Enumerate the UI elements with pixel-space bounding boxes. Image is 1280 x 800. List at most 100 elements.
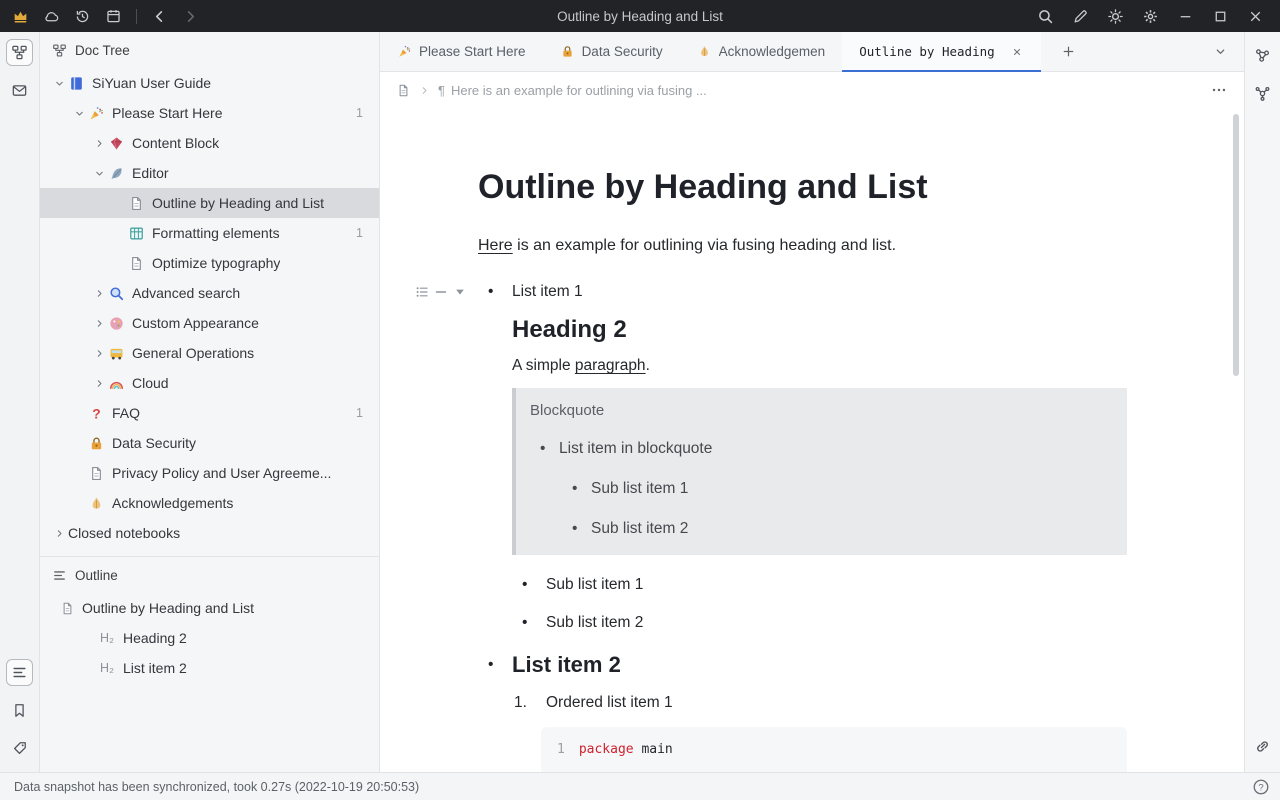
breadcrumb-doc-icon[interactable]	[396, 83, 411, 98]
doc-tree-item-label: Optimize typography	[152, 255, 280, 271]
titlebar: Outline by Heading and List	[0, 0, 1280, 32]
blockquote-sub-item-1[interactable]: •Sub list item 1	[516, 479, 1127, 499]
file-icon	[128, 195, 145, 212]
tab-close-icon[interactable]	[1010, 45, 1024, 59]
blockquote-sub-item-2[interactable]: •Sub list item 2	[516, 519, 1127, 539]
tab-4[interactable]: Outline by Heading an	[842, 32, 1041, 71]
doc-tree-item[interactable]: Advanced search	[40, 278, 379, 308]
maximize-icon[interactable]	[1212, 8, 1229, 25]
chevron-right-icon[interactable]	[90, 375, 108, 391]
help-button[interactable]: ?	[1252, 778, 1270, 796]
chevron-down-icon[interactable]	[50, 75, 68, 91]
theme-icon[interactable]	[1107, 8, 1124, 25]
list-item-2[interactable]: •List item 2	[478, 651, 1126, 679]
dock-tag-button[interactable]	[6, 735, 33, 762]
doc-tree-item[interactable]: Optimize typography	[40, 248, 379, 278]
code-block[interactable]: 1package main	[541, 727, 1127, 772]
edit-mode-icon[interactable]	[1072, 8, 1089, 25]
bus-icon	[108, 345, 125, 362]
blockquote-list-item[interactable]: •List item in blockquote	[516, 439, 1127, 459]
daily-note-icon[interactable]	[105, 8, 122, 25]
chevron-down-icon[interactable]	[90, 165, 108, 181]
block-ref-link[interactable]: Here	[478, 237, 513, 254]
paragraph-icon: ¶	[438, 83, 445, 98]
status-message: Data snapshot has been synchronized, too…	[14, 780, 419, 794]
simple-paragraph[interactable]: A simple paragraph.	[512, 356, 1126, 376]
dock-outline-button[interactable]	[6, 659, 33, 686]
chevron-down-icon[interactable]	[70, 105, 88, 121]
intro-paragraph[interactable]: Here is an example for outlining via fus…	[478, 236, 1126, 256]
doc-tree-item[interactable]: Privacy Policy and User Agreeme...	[40, 458, 379, 488]
doc-tree-item[interactable]: Closed notebooks	[40, 518, 379, 548]
chevron-right-icon[interactable]	[90, 315, 108, 331]
outline-item[interactable]: Outline by Heading and List	[40, 593, 379, 623]
doc-tree-item[interactable]: SiYuan User Guide	[40, 68, 379, 98]
collapse-toggle-icon[interactable]	[452, 284, 468, 300]
new-tab-button[interactable]	[1055, 39, 1081, 65]
dock-inbox-button[interactable]	[6, 77, 33, 104]
dash-gutter-icon[interactable]	[433, 284, 449, 300]
tab-label: Data Security	[582, 44, 663, 59]
svg-text:?: ?	[92, 405, 100, 421]
bullet: •	[522, 575, 527, 595]
doc-tree-item[interactable]: Cloud	[40, 368, 379, 398]
tab-3[interactable]: Acknowledgemen	[680, 32, 843, 71]
search-icon[interactable]	[1037, 8, 1054, 25]
editor-content[interactable]: Outline by Heading and List Here is an e…	[380, 108, 1244, 772]
blockquote-sub-1-text: Sub list item 1	[591, 480, 688, 497]
dock-graph-button[interactable]	[1249, 42, 1276, 69]
file-icon	[128, 255, 145, 272]
doc-tree-item[interactable]: Please Start Here1	[40, 98, 379, 128]
list-gutter-icon[interactable]	[414, 284, 430, 300]
cloud-sync-icon[interactable]	[43, 8, 60, 25]
dock-doc-tree-button[interactable]	[6, 39, 33, 66]
chevron-right-icon[interactable]	[90, 135, 108, 151]
settings-icon[interactable]	[1142, 8, 1159, 25]
tab-list-dropdown[interactable]	[1208, 40, 1232, 64]
blockquote[interactable]: Blockquote •List item in blockquote •Sub…	[512, 388, 1127, 555]
right-dock-top	[1249, 42, 1276, 107]
sub-list-item-2[interactable]: •Sub list item 2	[478, 613, 1126, 633]
outline-item[interactable]: H₂Heading 2	[40, 623, 379, 653]
heading-2[interactable]: Heading 2	[512, 314, 1126, 346]
doc-count-badge: 1	[356, 406, 379, 420]
sub-list-item-1[interactable]: •Sub list item 1	[478, 575, 1126, 595]
ordered-list-item-1[interactable]: 1.Ordered list item 1	[478, 693, 1126, 713]
chevron-spacer	[110, 255, 128, 271]
doc-tree-item[interactable]: ? FAQ 1	[40, 398, 379, 428]
outline-item[interactable]: H₂List item 2	[40, 653, 379, 683]
close-icon[interactable]	[1247, 8, 1264, 25]
back-icon[interactable]	[151, 8, 168, 25]
app-window: Outline by Heading and List Doc Tree SiY…	[0, 0, 1280, 800]
dock-backlinks-button[interactable]	[1249, 733, 1276, 760]
doc-tree-item[interactable]: General Operations	[40, 338, 379, 368]
doc-tree-panel: Doc Tree SiYuan User GuidePlease Start H…	[40, 32, 380, 772]
scrollbar-thumb[interactable]	[1233, 114, 1239, 376]
paragraph-suffix: .	[646, 357, 650, 374]
breadcrumb-block[interactable]: ¶ Here is an example for outlining via f…	[438, 83, 707, 98]
doc-tree-item[interactable]: Editor	[40, 158, 379, 188]
chevron-right-icon[interactable]	[90, 345, 108, 361]
chevron-right-icon[interactable]	[50, 525, 68, 541]
doc-tree-item[interactable]: Formatting elements1	[40, 218, 379, 248]
doc-tree-item[interactable]: Custom Appearance	[40, 308, 379, 338]
outline-panel: Outline Outline by Heading and ListH₂Hea…	[40, 556, 379, 691]
list-item-1[interactable]: •List item 1	[478, 282, 1126, 302]
tab-1[interactable]: Please Start Here	[380, 32, 543, 71]
doc-tree-item[interactable]: Outline by Heading and List	[40, 188, 379, 218]
more-button[interactable]	[1210, 81, 1228, 99]
minimize-icon[interactable]	[1177, 8, 1194, 25]
chevron-right-icon[interactable]	[90, 285, 108, 301]
dock-bookmark-button[interactable]	[6, 697, 33, 724]
dock-global-graph-button[interactable]	[1249, 80, 1276, 107]
forward-icon[interactable]	[182, 8, 199, 25]
doc-tree-item[interactable]: Data Security	[40, 428, 379, 458]
file-icon	[60, 601, 75, 616]
doc-tree-item[interactable]: Content Block	[40, 128, 379, 158]
doc-title[interactable]: Outline by Heading and List	[478, 164, 1126, 210]
doc-tree-item[interactable]: Acknowledgements	[40, 488, 379, 518]
logo-icon[interactable]	[12, 8, 29, 25]
tab-2[interactable]: Data Security	[543, 32, 680, 71]
doc-tree-item-label: FAQ	[112, 405, 140, 421]
history-icon[interactable]	[74, 8, 91, 25]
